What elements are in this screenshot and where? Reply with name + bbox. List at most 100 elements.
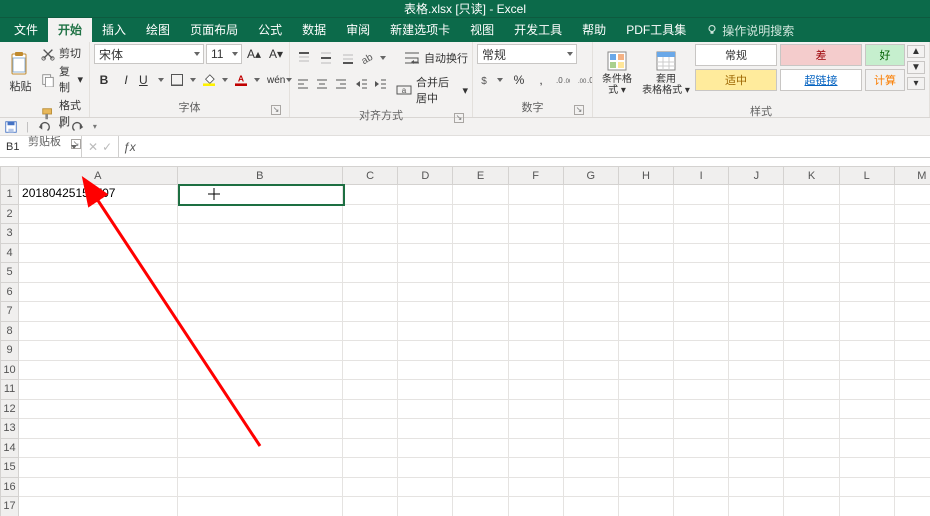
cell-K11[interactable] [784,380,839,400]
tab-review[interactable]: 审阅 [336,18,380,42]
cell-A8[interactable] [19,321,178,341]
column-header-A[interactable]: A [19,167,178,185]
cell-C12[interactable] [343,399,398,419]
row-header-4[interactable]: 4 [1,243,19,263]
percent-button[interactable]: % [509,70,529,90]
cell-E9[interactable] [453,341,508,361]
cell-A9[interactable] [19,341,178,361]
decrease-indent-button[interactable] [352,74,369,94]
underline-button[interactable]: U [138,70,168,90]
cell-A3[interactable] [19,224,178,244]
cell-F3[interactable] [508,224,563,244]
column-header-B[interactable]: B [177,167,343,185]
increase-font-button[interactable]: A▴ [244,44,264,64]
column-header-K[interactable]: K [784,167,839,185]
cell-D2[interactable] [398,204,453,224]
tell-me-search[interactable]: 操作说明搜索 [706,22,794,39]
cell-E2[interactable] [453,204,508,224]
cell-B11[interactable] [177,380,343,400]
cell-G1[interactable] [563,185,618,205]
cell-I16[interactable] [674,477,729,497]
number-format-combo[interactable]: 常规 [477,44,577,64]
cell-J4[interactable] [729,243,784,263]
tab-data[interactable]: 数据 [292,18,336,42]
cell-D5[interactable] [398,263,453,283]
row-header-1[interactable]: 1 [1,185,19,205]
cell-B13[interactable] [177,419,343,439]
cell-F13[interactable] [508,419,563,439]
cell-B4[interactable] [177,243,343,263]
cell-A17[interactable] [19,497,178,516]
cell-I7[interactable] [674,302,729,322]
cell-H7[interactable] [618,302,673,322]
cell-L9[interactable] [839,341,894,361]
cell-B10[interactable] [177,360,343,380]
cell-A10[interactable] [19,360,178,380]
cell-M1[interactable] [894,185,930,205]
row-header-3[interactable]: 3 [1,224,19,244]
row-header-7[interactable]: 7 [1,302,19,322]
cell-M9[interactable] [894,341,930,361]
cell-M10[interactable] [894,360,930,380]
cell-H10[interactable] [618,360,673,380]
decrease-decimal-button[interactable]: .00.0 [575,70,595,90]
cell-D16[interactable] [398,477,453,497]
cell-E12[interactable] [453,399,508,419]
cell-L2[interactable] [839,204,894,224]
cell-A4[interactable] [19,243,178,263]
cell-M16[interactable] [894,477,930,497]
cell-G10[interactable] [563,360,618,380]
cell-M3[interactable] [894,224,930,244]
cell-L13[interactable] [839,419,894,439]
cell-E16[interactable] [453,477,508,497]
cell-G7[interactable] [563,302,618,322]
cell-H14[interactable] [618,438,673,458]
orientation-button[interactable]: ab [360,48,390,68]
cell-H16[interactable] [618,477,673,497]
cell-E8[interactable] [453,321,508,341]
cell-E15[interactable] [453,458,508,478]
style-calculation[interactable]: 计算 [865,69,905,91]
cell-J16[interactable] [729,477,784,497]
cell-K8[interactable] [784,321,839,341]
cell-G13[interactable] [563,419,618,439]
cell-G8[interactable] [563,321,618,341]
paste-button[interactable]: 粘贴 [4,44,37,102]
cell-J12[interactable] [729,399,784,419]
cell-D10[interactable] [398,360,453,380]
cell-G15[interactable] [563,458,618,478]
cell-M2[interactable] [894,204,930,224]
cell-E1[interactable] [453,185,508,205]
cell-K16[interactable] [784,477,839,497]
tab-draw[interactable]: 绘图 [136,18,180,42]
cell-C3[interactable] [343,224,398,244]
wrap-text-button[interactable]: 自动换行 [404,48,468,68]
name-box[interactable]: B1 [0,136,82,157]
cell-K14[interactable] [784,438,839,458]
tab-file[interactable]: 文件 [4,18,48,42]
cell-F4[interactable] [508,243,563,263]
cell-J15[interactable] [729,458,784,478]
cell-B14[interactable] [177,438,343,458]
cell-M13[interactable] [894,419,930,439]
cell-D15[interactable] [398,458,453,478]
cell-F1[interactable] [508,185,563,205]
cell-G3[interactable] [563,224,618,244]
row-header-14[interactable]: 14 [1,438,19,458]
row-header-8[interactable]: 8 [1,321,19,341]
cell-A12[interactable] [19,399,178,419]
style-good[interactable]: 好 [865,44,905,66]
cell-L12[interactable] [839,399,894,419]
copy-button[interactable]: 复制 ▾ [41,64,83,96]
cell-E14[interactable] [453,438,508,458]
font-launcher[interactable]: ↘ [271,105,281,115]
style-neutral[interactable]: 适中 [695,69,777,91]
formula-input[interactable] [140,136,930,157]
column-header-F[interactable]: F [508,167,563,185]
cell-F12[interactable] [508,399,563,419]
row-header-11[interactable]: 11 [1,380,19,400]
cell-C2[interactable] [343,204,398,224]
cell-C10[interactable] [343,360,398,380]
cell-I6[interactable] [674,282,729,302]
accounting-format-button[interactable]: $ [477,70,507,90]
